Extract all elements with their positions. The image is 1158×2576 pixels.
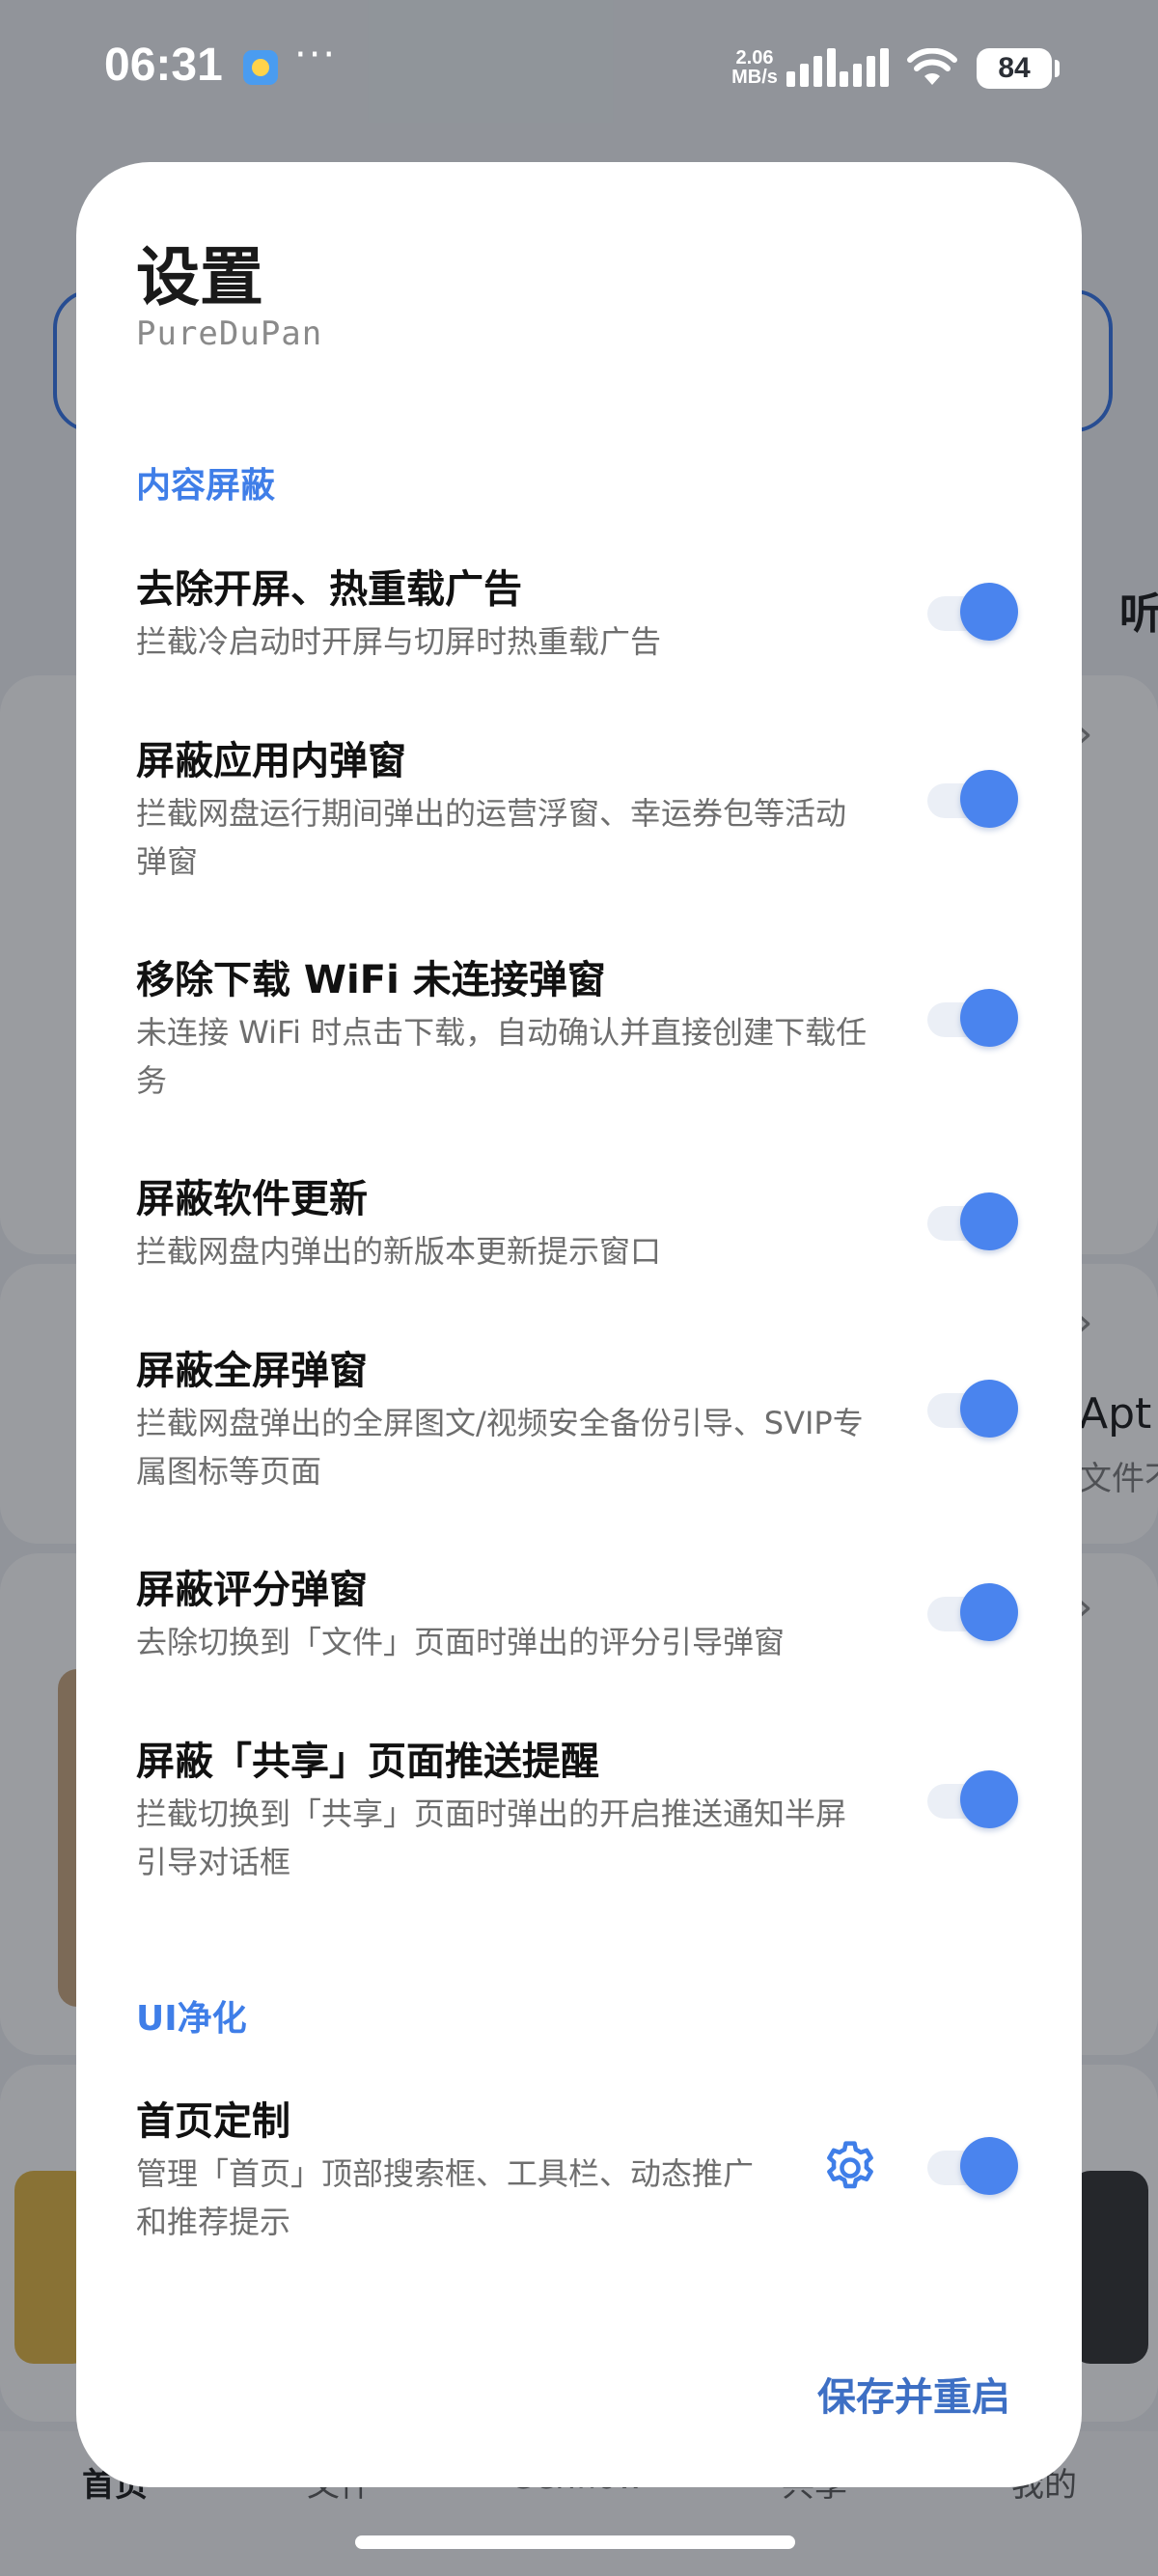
- status-time: 06:31: [104, 40, 223, 91]
- section-header-content-block: 内容屏蔽: [136, 466, 276, 506]
- battery-icon: 84: [977, 48, 1052, 89]
- section-header-ui-cleanup: UI净化: [136, 1999, 247, 2039]
- signal-strength-icon: [786, 46, 836, 87]
- dialog-subtitle: PureDuPan: [136, 315, 323, 353]
- battery-tip: [1055, 60, 1060, 77]
- toggle-block-share-push[interactable]: [927, 1770, 1024, 1828]
- network-speed: 2.06 MB/s: [726, 48, 784, 87]
- more-notifications-icon: ···: [294, 33, 338, 77]
- network-speed-unit: MB/s: [731, 67, 778, 88]
- setting-block-rating-popup[interactable]: 屏蔽评分弹窗 去除切换到「文件」页面时弹出的评分引导弹窗: [136, 1558, 1024, 1674]
- setting-remove-splash-ads[interactable]: 去除开屏、热重载广告 拦截冷启动时开屏与切屏时热重载广告: [136, 558, 1024, 673]
- setting-block-share-push[interactable]: 屏蔽「共享」页面推送提醒 拦截切换到「共享」页面时弹出的开启推送通知半屏引导对话…: [136, 1730, 1024, 1894]
- setting-description: 未连接 WiFi 时点击下载，自动确认并直接创建下载任务: [136, 1014, 868, 1099]
- setting-description: 拦截网盘内弹出的新版本更新提示窗口: [136, 1233, 662, 1270]
- signal-strength-icon-2: [840, 46, 889, 87]
- toggle-remove-splash-ads[interactable]: [927, 583, 1024, 641]
- setting-description: 拦截网盘弹出的全屏图文/视频安全备份引导、SVIP专属图标等页面: [136, 1405, 864, 1490]
- setting-home-customize[interactable]: 首页定制 管理「首页」顶部搜索框、工具栏、动态推广和推荐提示: [136, 2090, 1024, 2254]
- toggle-block-in-app-popups[interactable]: [927, 770, 1024, 828]
- settings-dialog: 设置 PureDuPan 内容屏蔽 去除开屏、热重载广告 拦截冷启动时开屏与切屏…: [76, 162, 1082, 2487]
- setting-block-in-app-popups[interactable]: 屏蔽应用内弹窗 拦截网盘运行期间弹出的运营浮窗、幸运券包等活动弹窗: [136, 729, 1024, 893]
- setting-description: 去除切换到「文件」页面时弹出的评分引导弹窗: [136, 1624, 786, 1660]
- save-and-restart-button[interactable]: 保存并重启: [817, 2366, 1010, 2422]
- setting-title: 屏蔽软件更新: [136, 1177, 368, 1221]
- setting-description: 拦截冷启动时开屏与切屏时热重载广告: [136, 623, 662, 660]
- setting-description: 拦截切换到「共享」页面时弹出的开启推送通知半屏引导对话框: [136, 1795, 847, 1880]
- setting-title: 去除开屏、热重载广告: [136, 567, 522, 612]
- setting-remove-wifi-popup[interactable]: 移除下载 WiFi 未连接弹窗 未连接 WiFi 时点击下载，自动确认并直接创建…: [136, 948, 1024, 1112]
- setting-description: 管理「首页」顶部搜索框、工具栏、动态推广和推荐提示: [136, 2155, 755, 2240]
- home-indicator[interactable]: [355, 2535, 795, 2549]
- setting-block-fullscreen-popups[interactable]: 屏蔽全屏弹窗 拦截网盘弹出的全屏图文/视频安全备份引导、SVIP专属图标等页面: [136, 1339, 1024, 1503]
- wifi-icon: [907, 48, 957, 85]
- toggle-home-customize[interactable]: [927, 2137, 1024, 2195]
- setting-title: 移除下载 WiFi 未连接弹窗: [136, 958, 606, 1002]
- setting-block-updates[interactable]: 屏蔽软件更新 拦截网盘内弹出的新版本更新提示窗口: [136, 1167, 1024, 1283]
- setting-title: 屏蔽应用内弹窗: [136, 739, 406, 783]
- setting-description: 拦截网盘运行期间弹出的运营浮窗、幸运券包等活动弹窗: [136, 795, 847, 880]
- toggle-remove-wifi-popup[interactable]: [927, 989, 1024, 1047]
- setting-title: 屏蔽「共享」页面推送提醒: [136, 1740, 599, 1784]
- gear-icon[interactable]: [819, 2137, 881, 2199]
- toggle-block-updates[interactable]: [927, 1192, 1024, 1250]
- toggle-block-fullscreen-popups[interactable]: [927, 1380, 1024, 1438]
- setting-title: 屏蔽评分弹窗: [136, 1568, 368, 1612]
- dialog-title: 设置: [136, 240, 263, 315]
- network-speed-value: 2.06: [735, 47, 774, 69]
- setting-title: 首页定制: [136, 2099, 290, 2144]
- notification-app-icon: [243, 50, 278, 85]
- setting-title: 屏蔽全屏弹窗: [136, 1349, 368, 1393]
- toggle-block-rating-popup[interactable]: [927, 1583, 1024, 1641]
